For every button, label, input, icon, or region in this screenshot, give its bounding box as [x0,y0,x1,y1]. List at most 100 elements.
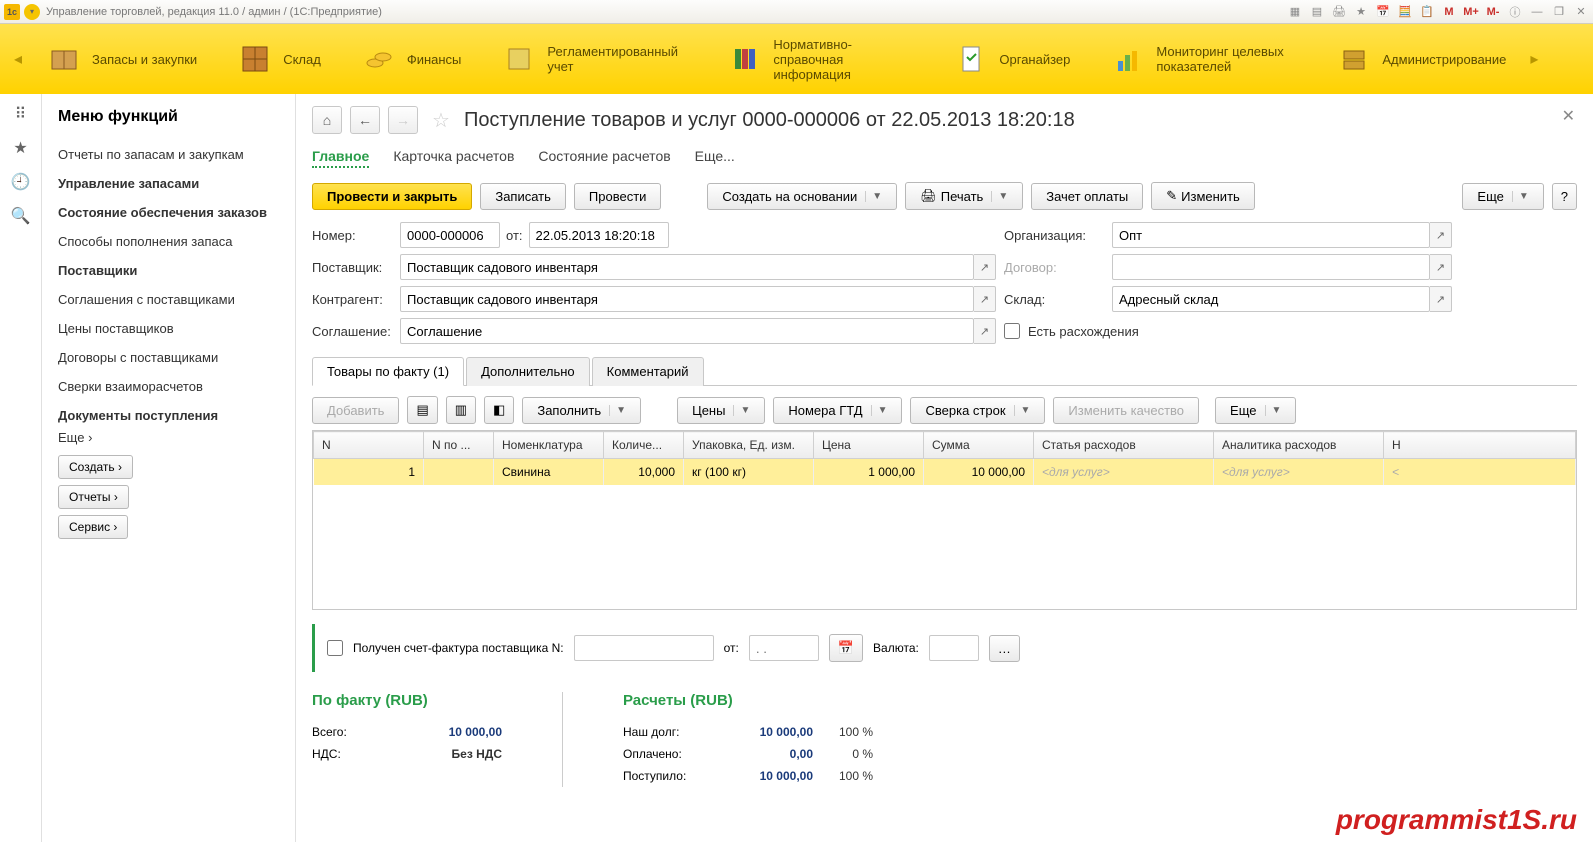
close-button[interactable]: ✕ [1573,4,1589,20]
search-icon[interactable]: 🔍 [11,206,31,226]
contragent-open-icon[interactable]: ↗ [974,286,996,312]
side-create-button[interactable]: Создать › [58,455,133,479]
contract-open-icon[interactable]: ↗ [1430,254,1452,280]
col-nomen[interactable]: Номенклатура [494,432,604,459]
side-item-4[interactable]: Поставщики [58,256,279,285]
tool-icon-3[interactable]: ◧ [484,396,514,424]
side-item-2[interactable]: Состояние обеспечения заказов [58,198,279,227]
home-button[interactable]: ⌂ [312,106,342,134]
section-admin[interactable]: Администрирование [1316,24,1526,94]
apps-icon[interactable]: ⠿ [15,104,27,124]
section-stock-purchases[interactable]: Запасы и закупки [26,24,217,94]
side-item-6[interactable]: Цены поставщиков [58,314,279,343]
side-service-button[interactable]: Сервис › [58,515,128,539]
tab-main[interactable]: Главное [312,148,369,168]
section-reference[interactable]: Нормативно-справочная информация [707,24,933,94]
supplier-input[interactable] [400,254,974,280]
check-lines-button[interactable]: Сверка строк▼ [910,397,1045,424]
section-regulated[interactable]: Регламентированный учет [481,24,707,94]
memory-mplus[interactable]: M+ [1463,4,1479,20]
invoice-date-input[interactable] [749,635,819,661]
sys-icon-4[interactable]: ★ [1353,4,1369,20]
edit-button[interactable]: ✎ Изменить [1151,182,1255,210]
contragent-input[interactable] [400,286,974,312]
section-warehouse[interactable]: Склад [217,24,341,94]
warehouse-open-icon[interactable]: ↗ [1430,286,1452,312]
forward-button[interactable]: → [388,106,418,134]
invoice-calendar-icon[interactable]: 📅 [829,634,863,662]
tab-more[interactable]: Еще... [695,148,735,168]
gtd-button[interactable]: Номера ГТД▼ [773,397,902,424]
col-price[interactable]: Цена [814,432,924,459]
change-quality-button[interactable]: Изменить качество [1053,397,1199,424]
favorite-star-icon[interactable]: ☆ [432,108,450,133]
side-item-0[interactable]: Отчеты по запасам и закупкам [58,140,279,169]
col-exp-anal[interactable]: Аналитика расходов [1214,432,1384,459]
side-item-1[interactable]: Управление запасами [58,169,279,198]
app-menu-dropdown[interactable]: ▾ [24,4,40,20]
mainbar-prev-arrow[interactable]: ◂ [10,49,26,69]
col-sum[interactable]: Сумма [924,432,1034,459]
invoice-currency-input[interactable] [929,635,979,661]
side-item-5[interactable]: Соглашения с поставщиками [58,285,279,314]
side-reports-button[interactable]: Отчеты › [58,485,129,509]
org-open-icon[interactable]: ↗ [1430,222,1452,248]
subtab-extra[interactable]: Дополнительно [466,357,590,386]
sys-icon-info[interactable]: ⓘ [1507,4,1523,20]
memory-mminus[interactable]: M- [1485,4,1501,20]
post-close-button[interactable]: Провести и закрыть [312,183,472,210]
post-button[interactable]: Провести [574,183,662,210]
side-more[interactable]: Еще › [58,423,92,452]
section-finance[interactable]: Финансы [341,24,482,94]
invoice-received-checkbox[interactable] [327,640,343,656]
col-exp-item[interactable]: Статья расходов [1034,432,1214,459]
subtab-comment[interactable]: Комментарий [592,357,704,386]
document-close-button[interactable]: ✕ [1562,106,1575,126]
invoice-number-input[interactable] [574,635,714,661]
org-input[interactable] [1112,222,1430,248]
help-button[interactable]: ? [1552,183,1577,210]
col-qty[interactable]: Количе... [604,432,684,459]
print-button[interactable]: 🖨 Печать▼ [905,182,1023,210]
tab-card[interactable]: Карточка расчетов [393,148,514,168]
table-row[interactable]: 1 Свинина 10,000 кг (100 кг) 1 000,00 10… [314,459,1576,486]
side-item-8[interactable]: Сверки взаиморасчетов [58,372,279,401]
more-button[interactable]: Еще▼ [1462,183,1543,210]
offset-button[interactable]: Зачет оплаты [1031,183,1143,210]
contract-input[interactable] [1112,254,1430,280]
sys-icon-7[interactable]: 📋 [1419,4,1435,20]
create-based-button[interactable]: Создать на основании▼ [707,183,897,210]
supplier-open-icon[interactable]: ↗ [974,254,996,280]
agreement-open-icon[interactable]: ↗ [974,318,996,344]
tab-state[interactable]: Состояние расчетов [538,148,670,168]
invoice-currency-button[interactable]: … [989,635,1020,662]
maximize-button[interactable]: ❐ [1551,4,1567,20]
tool-icon-1[interactable]: ▤ [407,396,437,424]
date-input[interactable] [529,222,669,248]
goods-table[interactable]: N N по ... Номенклатура Количе... Упаков… [312,430,1577,610]
add-row-button[interactable]: Добавить [312,397,399,424]
subtab-goods[interactable]: Товары по факту (1) [312,357,464,386]
col-last[interactable]: Н [1384,432,1576,459]
save-button[interactable]: Записать [480,183,566,210]
section-monitoring[interactable]: Мониторинг целевых показателей [1090,24,1316,94]
col-n[interactable]: N [314,432,424,459]
sys-icon-1[interactable]: ▦ [1287,4,1303,20]
agreement-input[interactable] [400,318,974,344]
minimize-button[interactable]: — [1529,4,1545,20]
fill-button[interactable]: Заполнить▼ [522,397,641,424]
favorites-icon[interactable]: ★ [13,138,27,158]
warehouse-input[interactable] [1112,286,1430,312]
side-item-7[interactable]: Договоры с поставщиками [58,343,279,372]
history-icon[interactable]: 🕘 [11,172,31,192]
section-organizer[interactable]: Органайзер [933,24,1090,94]
sys-icon-2[interactable]: ▤ [1309,4,1325,20]
mainbar-next-arrow[interactable]: ▸ [1526,49,1542,69]
sys-icon-3[interactable]: 🖨 [1331,4,1347,20]
sys-icon-5[interactable]: 📅 [1375,4,1391,20]
number-input[interactable] [400,222,500,248]
discrepancy-checkbox[interactable] [1004,323,1020,339]
side-item-3[interactable]: Способы пополнения запаса [58,227,279,256]
barcode-icon[interactable]: ▥ [446,396,476,424]
back-button[interactable]: ← [350,106,380,134]
